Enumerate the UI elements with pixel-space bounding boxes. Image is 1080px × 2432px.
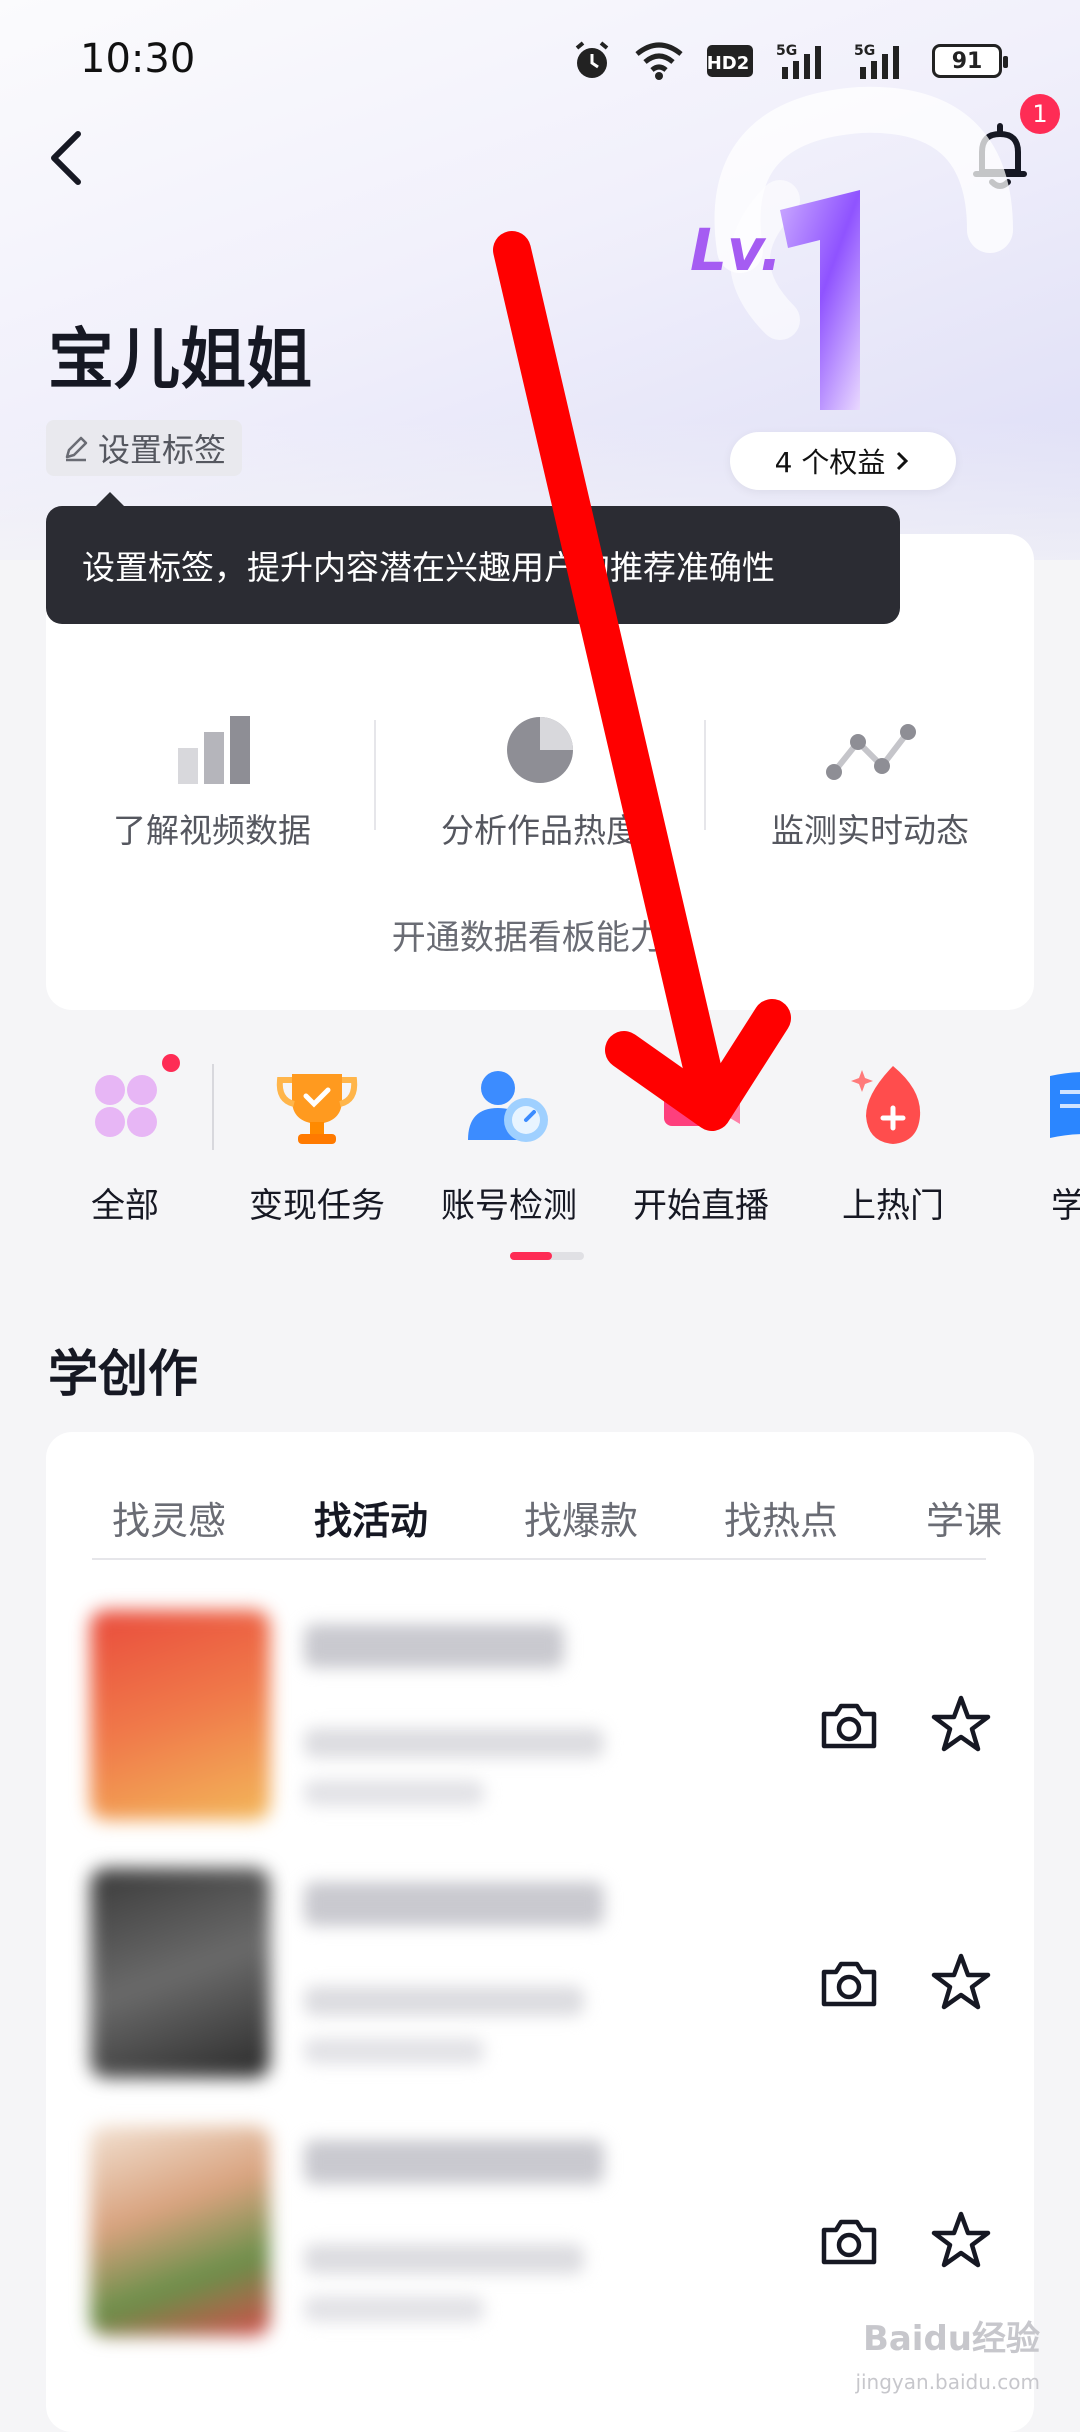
shortcut-trending[interactable]: 上热门	[798, 1050, 988, 1227]
list-item[interactable]	[46, 1610, 1034, 1860]
tag-tooltip: 设置标签，提升内容潜在兴趣用户的推荐准确性	[46, 492, 900, 624]
svg-text:5G: 5G	[776, 43, 797, 59]
star-icon[interactable]	[926, 1948, 996, 2018]
shortcut-label: 全部	[91, 1186, 159, 1226]
page-indicator-active	[510, 1252, 552, 1260]
benefits-button[interactable]: 4 个权益	[730, 432, 956, 490]
chevron-right-icon	[897, 451, 909, 471]
shortcut-account-check[interactable]: 账号检测	[414, 1050, 604, 1227]
open-dashboard-label: 开通数据看板能力	[391, 918, 664, 958]
status-icons: HD2 5G 5G 91	[572, 36, 1008, 86]
set-tag-label: 设置标签	[98, 431, 227, 469]
svg-text:5G: 5G	[854, 43, 875, 59]
shortcut-all[interactable]: 全部	[30, 1050, 220, 1227]
battery-icon: 91	[932, 44, 1008, 78]
feature-work-heat: 分析作品热度	[376, 710, 704, 852]
benefits-label: 4 个权益	[774, 446, 886, 479]
wifi-icon	[635, 42, 683, 80]
book-icon	[1050, 1072, 1080, 1138]
notification-badge: 1	[1020, 94, 1060, 134]
item-title-blurred	[304, 2140, 604, 2184]
battery-level: 91	[951, 48, 983, 74]
back-button[interactable]	[40, 118, 100, 198]
bar-chart-icon	[178, 716, 250, 784]
item-title-blurred	[304, 1882, 604, 1926]
item-meta-blurred	[304, 2296, 484, 2322]
shortcut-learn[interactable]: 学习	[990, 1050, 1080, 1227]
shortcut-label: 开始直播	[633, 1186, 769, 1226]
open-dashboard-link[interactable]: 开通数据看板能力 ›	[46, 910, 1034, 959]
camera-icon[interactable]	[814, 1948, 884, 2018]
set-tag-button[interactable]: 设置标签	[46, 420, 243, 476]
tab-inspiration[interactable]: 找灵感	[112, 1490, 226, 1545]
5g-signal-icon: 5G	[854, 43, 899, 79]
tabs-divider	[92, 1558, 986, 1560]
shortcut-monetize[interactable]: 变现任务	[222, 1050, 412, 1227]
feature-video-data: 了解视频数据	[48, 710, 376, 852]
item-meta-blurred	[304, 1728, 604, 1758]
5g-signal-icon: 5G	[776, 43, 821, 79]
tab-activity[interactable]: 找活动	[314, 1490, 428, 1545]
item-meta-blurred	[304, 1780, 484, 1806]
section-title: 学创作	[48, 1345, 198, 1403]
item-thumbnail	[90, 2126, 270, 2336]
feature-label: 监测实时动态	[771, 811, 969, 850]
trophy-icon	[276, 1074, 358, 1144]
item-thumbnail	[90, 1868, 270, 2078]
feature-label: 分析作品热度	[441, 811, 639, 850]
star-icon[interactable]	[926, 2206, 996, 2276]
watermark-url: jingyan.baidu.com	[855, 2370, 1040, 2394]
user-name: 宝儿姐姐	[48, 321, 312, 398]
alarm-icon	[575, 41, 609, 78]
tab-hot-topics[interactable]: 找热点	[724, 1490, 838, 1545]
item-meta-blurred	[304, 2244, 584, 2274]
svg-text:Lv.: Lv.	[690, 216, 782, 284]
shortcut-label: 学习	[1051, 1186, 1080, 1226]
shortcut-start-live[interactable]: 开始直播	[606, 1050, 796, 1227]
shortcut-row: 全部 变现任务 账号检测 开始直播 上热门 学	[0, 1050, 1080, 1250]
fire-icon	[851, 1066, 921, 1144]
new-dot-badge	[162, 1054, 180, 1072]
tooltip-text: 设置标签，提升内容潜在兴趣用户的推荐准确性	[82, 548, 775, 587]
page-indicator	[510, 1252, 584, 1260]
chevron-right-icon: ›	[674, 918, 689, 958]
live-camera-icon	[664, 1084, 740, 1126]
shortcut-divider	[212, 1064, 214, 1150]
star-icon[interactable]	[926, 1690, 996, 1760]
learn-tabs: 找灵感 找活动 找爆款 找热点 学课	[46, 1490, 1034, 1550]
level-badge-art: Lv.	[690, 86, 1013, 410]
status-time: 10:30	[80, 36, 196, 82]
feature-realtime: 监测实时动态	[706, 710, 1034, 852]
line-chart-icon	[826, 724, 916, 780]
pencil-icon	[65, 436, 88, 462]
tab-hits[interactable]: 找爆款	[524, 1490, 638, 1545]
watermark-logo: Baidu经验	[862, 2319, 1040, 2359]
shortcut-label: 账号检测	[441, 1186, 577, 1226]
item-title-blurred	[304, 1624, 564, 1668]
account-check-icon	[468, 1071, 548, 1142]
item-thumbnail	[90, 1610, 270, 1820]
feature-label: 了解视频数据	[113, 811, 311, 850]
back-arrow-icon	[51, 131, 81, 185]
item-meta-blurred	[304, 2038, 484, 2064]
camera-icon[interactable]	[814, 2206, 884, 2276]
item-meta-blurred	[304, 1986, 584, 2016]
svg-text:HD2: HD2	[707, 53, 750, 74]
hd-icon: HD2	[707, 45, 753, 77]
tab-courses[interactable]: 学课	[926, 1490, 1002, 1545]
list-item[interactable]	[46, 1868, 1034, 2118]
shortcut-label: 变现任务	[249, 1186, 385, 1226]
shortcut-label: 上热门	[842, 1186, 944, 1226]
camera-icon[interactable]	[814, 1690, 884, 1760]
pie-chart-icon	[507, 717, 573, 783]
